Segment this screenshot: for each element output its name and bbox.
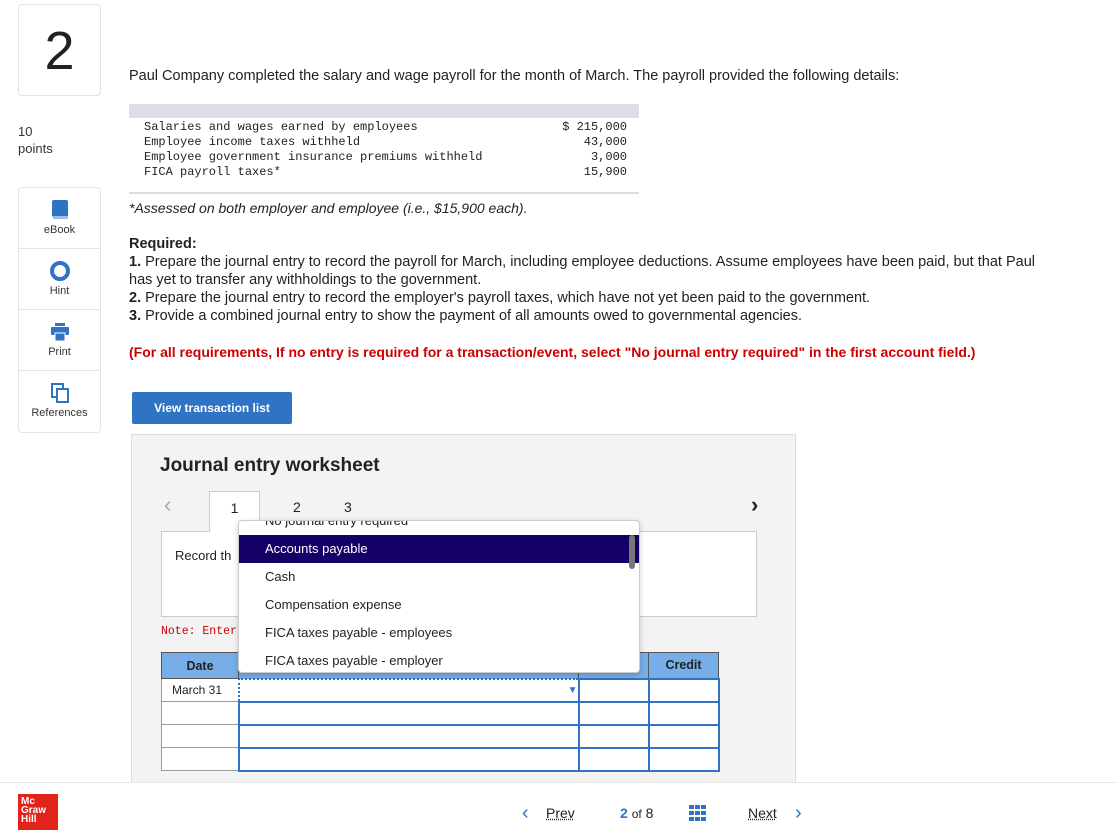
points: 10 points bbox=[18, 123, 53, 157]
sidebar-item-hint[interactable]: Hint bbox=[19, 249, 100, 310]
date-cell bbox=[161, 701, 239, 725]
debit-input[interactable] bbox=[577, 677, 650, 703]
sidebar-item-ebook[interactable]: eBook bbox=[19, 188, 100, 249]
points-value: 10 bbox=[18, 124, 33, 139]
tab-2[interactable]: 2 bbox=[293, 499, 301, 515]
date-cell bbox=[161, 747, 239, 771]
req-num: 1. bbox=[129, 254, 142, 270]
chevron-down-icon[interactable]: ▼ bbox=[568, 685, 578, 696]
debit-input[interactable] bbox=[577, 723, 650, 749]
account-select[interactable] bbox=[237, 723, 580, 749]
of-label: of bbox=[631, 807, 642, 821]
account-dropdown[interactable]: No journal entry required Accounts payab… bbox=[238, 520, 640, 673]
page-indicator[interactable]: 2 of 8 bbox=[620, 797, 653, 830]
sidebar-item-print[interactable]: Print bbox=[19, 310, 100, 371]
dropdown-option[interactable]: No journal entry required bbox=[239, 521, 639, 535]
chevron-left-icon[interactable]: ‹ bbox=[522, 797, 529, 830]
credit-input[interactable] bbox=[647, 723, 720, 749]
tab-3[interactable]: 3 bbox=[344, 499, 352, 515]
dropdown-scrollbar[interactable] bbox=[629, 535, 635, 569]
worksheet-title: Journal entry worksheet bbox=[160, 455, 380, 476]
required-title: Required: bbox=[129, 236, 197, 252]
dropdown-option[interactable]: FICA taxes payable - employer bbox=[239, 647, 639, 672]
problem-intro: Paul Company completed the salary and wa… bbox=[129, 68, 900, 84]
book-icon bbox=[51, 200, 68, 219]
req-num: 2. bbox=[129, 290, 142, 306]
req-text: Prepare the journal entry to record the … bbox=[141, 290, 871, 306]
detail-label: Salaries and wages earned by employees bbox=[144, 120, 418, 134]
requirements: Required: 1. Prepare the journal entry t… bbox=[129, 235, 1059, 325]
chevron-right-icon[interactable]: › bbox=[795, 797, 802, 830]
detail-row: Salaries and wages earned by employees $ … bbox=[144, 120, 627, 135]
credit-input[interactable] bbox=[647, 746, 720, 772]
sidebar: eBook Hint Print References bbox=[18, 187, 101, 433]
current-page: 2 bbox=[620, 805, 628, 821]
chevron-left-icon[interactable]: ‹ bbox=[164, 492, 171, 518]
dropdown-option[interactable]: FICA taxes payable - employees bbox=[239, 619, 639, 647]
detail-value: 15,900 bbox=[583, 165, 627, 179]
account-select[interactable] bbox=[237, 700, 580, 726]
detail-value: 3,000 bbox=[590, 150, 627, 164]
points-label: points bbox=[18, 141, 53, 156]
detail-label: Employee income taxes withheld bbox=[144, 135, 361, 149]
detail-value: $ 215,000 bbox=[562, 120, 627, 134]
credit-input[interactable] bbox=[647, 677, 720, 703]
footnote: *Assessed on both employer and employee … bbox=[129, 200, 528, 216]
requirement-3: 3. Provide a combined journal entry to s… bbox=[129, 307, 1059, 325]
view-transaction-list-button[interactable]: View transaction list bbox=[132, 392, 292, 424]
req-num: 3. bbox=[129, 308, 142, 324]
detail-row: FICA payroll taxes* 15,900 bbox=[144, 165, 627, 180]
instruction: (For all requirements, If no entry is re… bbox=[129, 344, 976, 360]
dropdown-option[interactable]: Cash bbox=[239, 563, 639, 591]
requirement-2: 2. Prepare the journal entry to record t… bbox=[129, 289, 1059, 307]
prev-button[interactable]: Prev bbox=[546, 797, 575, 830]
sidebar-item-references[interactable]: References bbox=[19, 371, 100, 432]
question-number: 2 bbox=[18, 4, 101, 96]
sidebar-item-label: Hint bbox=[49, 285, 70, 297]
detail-row: Employee government insurance premiums w… bbox=[144, 150, 627, 165]
date-cell bbox=[161, 724, 239, 748]
detail-label: Employee government insurance premiums w… bbox=[144, 150, 483, 164]
account-select[interactable] bbox=[237, 746, 580, 772]
sidebar-item-label: References bbox=[31, 407, 88, 419]
account-select[interactable]: ▼ bbox=[237, 677, 580, 703]
dropdown-option-selected[interactable]: Accounts payable bbox=[239, 535, 639, 563]
total-pages: 8 bbox=[645, 805, 654, 821]
req-text: Prepare the journal entry to record the … bbox=[129, 254, 1035, 288]
next-button[interactable]: Next bbox=[748, 797, 777, 830]
mcgraw-hill-logo: Mc Graw Hill bbox=[18, 794, 58, 830]
grid-icon[interactable] bbox=[689, 805, 707, 821]
requirement-1: 1. Prepare the journal entry to record t… bbox=[129, 253, 1059, 289]
chevron-right-icon[interactable]: › bbox=[751, 492, 758, 518]
credit-input[interactable] bbox=[647, 700, 720, 726]
req-text: Provide a combined journal entry to show… bbox=[141, 308, 803, 324]
payroll-details-table: Salaries and wages earned by employees $ … bbox=[129, 104, 639, 194]
printer-icon bbox=[50, 323, 69, 342]
copy-icon bbox=[50, 383, 69, 403]
debit-input[interactable] bbox=[577, 746, 650, 772]
date-cell: March 31 bbox=[161, 678, 239, 702]
date-header: Date bbox=[161, 652, 239, 679]
credit-header: Credit bbox=[648, 652, 719, 679]
sidebar-item-label: eBook bbox=[43, 224, 76, 236]
dropdown-option[interactable]: Compensation expense bbox=[239, 591, 639, 619]
detail-row: Employee income taxes withheld 43,000 bbox=[144, 135, 627, 150]
sidebar-item-label: Print bbox=[48, 346, 71, 358]
detail-label: FICA payroll taxes* bbox=[144, 165, 281, 179]
detail-value: 43,000 bbox=[583, 135, 627, 149]
debit-input[interactable] bbox=[577, 700, 650, 726]
lifebuoy-icon bbox=[49, 261, 70, 281]
